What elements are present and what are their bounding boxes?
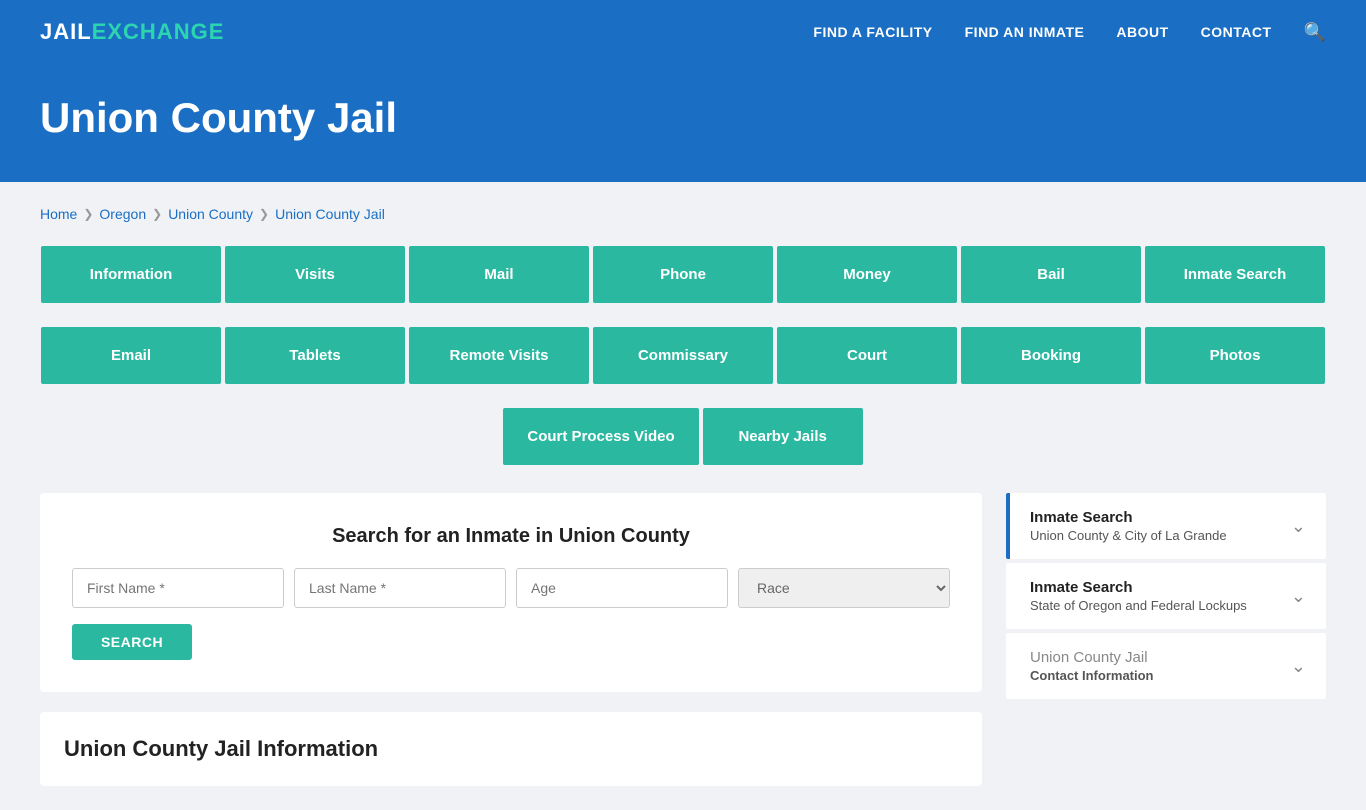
chevron-icon-1: ⌄ (1291, 586, 1306, 607)
breadcrumb-sep-3: ❯ (259, 207, 269, 221)
btn-remote-visits[interactable]: Remote Visits (409, 327, 589, 384)
sidebar-card-2-sub: Contact Information (1030, 668, 1154, 683)
button-grid-row1: Information Visits Mail Phone Money Bail… (40, 246, 1326, 303)
sidebar-card-2-title: Union County Jail (1030, 649, 1154, 666)
search-icon[interactable]: 🔍 (1304, 22, 1326, 43)
btn-tablets[interactable]: Tablets (225, 327, 405, 384)
sidebar-card-0-title: Inmate Search (1030, 509, 1227, 526)
main-split: Search for an Inmate in Union County Rac… (40, 493, 1326, 786)
sidebar-card-1-title: Inmate Search (1030, 579, 1247, 596)
sidebar-card-0-sub: Union County & City of La Grande (1030, 528, 1227, 543)
nav-contact[interactable]: CONTACT (1201, 24, 1272, 40)
left-column: Search for an Inmate in Union County Rac… (40, 493, 982, 786)
btn-mail[interactable]: Mail (409, 246, 589, 303)
last-name-input[interactable] (294, 568, 506, 608)
chevron-icon-0: ⌄ (1291, 516, 1306, 537)
btn-court-process-video[interactable]: Court Process Video (503, 408, 698, 465)
nav-about[interactable]: ABOUT (1116, 24, 1168, 40)
logo-exchange: EXCHANGE (92, 19, 225, 45)
sidebar-card-0[interactable]: Inmate Search Union County & City of La … (1006, 493, 1326, 559)
btn-photos[interactable]: Photos (1145, 327, 1325, 384)
age-input[interactable] (516, 568, 728, 608)
btn-information[interactable]: Information (41, 246, 221, 303)
breadcrumb-sep-1: ❯ (83, 207, 93, 221)
btn-inmate-search[interactable]: Inmate Search (1145, 246, 1325, 303)
sidebar-card-1[interactable]: Inmate Search State of Oregon and Federa… (1006, 563, 1326, 629)
logo[interactable]: JAIL EXCHANGE (40, 19, 224, 45)
race-select[interactable]: Race White Black Hispanic Asian Other (738, 568, 950, 608)
btn-money[interactable]: Money (777, 246, 957, 303)
header: JAIL EXCHANGE FIND A FACILITY FIND AN IN… (0, 0, 1366, 64)
search-form: Race White Black Hispanic Asian Other (72, 568, 950, 608)
search-title: Search for an Inmate in Union County (72, 525, 950, 548)
sidebar-card-1-sub: State of Oregon and Federal Lockups (1030, 598, 1247, 613)
breadcrumb-oregon[interactable]: Oregon (99, 206, 146, 222)
btn-bail[interactable]: Bail (961, 246, 1141, 303)
btn-court[interactable]: Court (777, 327, 957, 384)
main-nav: FIND A FACILITY FIND AN INMATE ABOUT CON… (813, 22, 1326, 43)
search-section: Search for an Inmate in Union County Rac… (40, 493, 982, 692)
breadcrumb-union-county[interactable]: Union County (168, 206, 253, 222)
button-grid-row2: Email Tablets Remote Visits Commissary C… (40, 327, 1326, 384)
page-title: Union County Jail (40, 94, 1326, 142)
first-name-input[interactable] (72, 568, 284, 608)
nav-find-facility[interactable]: FIND A FACILITY (813, 24, 932, 40)
btn-visits[interactable]: Visits (225, 246, 405, 303)
btn-phone[interactable]: Phone (593, 246, 773, 303)
nav-find-inmate[interactable]: FIND AN INMATE (965, 24, 1085, 40)
sidebar: Inmate Search Union County & City of La … (1006, 493, 1326, 699)
breadcrumb-home[interactable]: Home (40, 206, 77, 222)
breadcrumb-sep-2: ❯ (152, 207, 162, 221)
breadcrumb-current: Union County Jail (275, 206, 385, 222)
info-section: Union County Jail Information (40, 712, 982, 786)
hero-section: Union County Jail (0, 64, 1366, 182)
btn-nearby-jails[interactable]: Nearby Jails (703, 408, 863, 465)
button-grid-row3: Court Process Video Nearby Jails (40, 408, 1326, 465)
btn-commissary[interactable]: Commissary (593, 327, 773, 384)
logo-jail: JAIL (40, 19, 92, 45)
content-wrapper: Home ❯ Oregon ❯ Union County ❯ Union Cou… (0, 182, 1366, 810)
info-title: Union County Jail Information (64, 736, 958, 762)
search-button[interactable]: SEARCH (72, 624, 192, 660)
sidebar-card-2[interactable]: Union County Jail Contact Information ⌄ (1006, 633, 1326, 699)
chevron-icon-2: ⌄ (1291, 656, 1306, 677)
btn-booking[interactable]: Booking (961, 327, 1141, 384)
breadcrumb: Home ❯ Oregon ❯ Union County ❯ Union Cou… (40, 206, 1326, 222)
btn-email[interactable]: Email (41, 327, 221, 384)
